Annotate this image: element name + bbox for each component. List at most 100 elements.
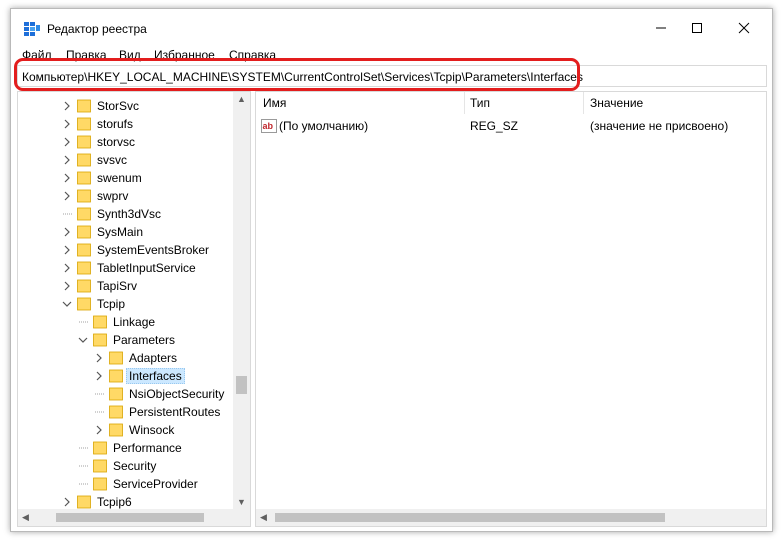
regedit-window: Редактор реестра Файл Правка Вид Избранн… bbox=[10, 8, 773, 532]
tree-item[interactable]: Tcpip bbox=[62, 295, 125, 313]
list-horizontal-thumb[interactable] bbox=[275, 513, 665, 522]
folder-icon bbox=[93, 459, 107, 473]
chevron-right-icon[interactable] bbox=[62, 191, 72, 201]
title-bar: Редактор реестра bbox=[11, 9, 772, 45]
chevron-right-icon[interactable] bbox=[94, 371, 104, 381]
tree-item[interactable]: swprv bbox=[62, 187, 128, 205]
tree-item[interactable]: Interfaces bbox=[94, 367, 185, 385]
tree-item[interactable]: NsiObjectSecurity bbox=[94, 385, 224, 403]
tree-item-label: svsvc bbox=[97, 153, 127, 167]
folder-icon bbox=[77, 153, 91, 167]
tree-item[interactable]: Winsock bbox=[94, 421, 174, 439]
tree-item-label: Parameters bbox=[113, 333, 176, 347]
folder-icon bbox=[109, 351, 123, 365]
scroll-left-icon[interactable]: ◀ bbox=[22, 512, 29, 523]
tree-item[interactable]: StorSvc bbox=[62, 97, 139, 115]
tree-item-label: TapiSrv bbox=[97, 279, 138, 293]
tree-item-label: storufs bbox=[97, 117, 134, 131]
folder-icon bbox=[77, 135, 91, 149]
tree-item[interactable]: PersistentRoutes bbox=[94, 403, 220, 421]
tree-item[interactable]: Linkage bbox=[78, 313, 155, 331]
tree-item[interactable]: swenum bbox=[62, 169, 142, 187]
folder-icon bbox=[77, 261, 91, 275]
tree-item-label: Linkage bbox=[113, 315, 156, 329]
tree-item[interactable]: ServiceProvider bbox=[78, 475, 198, 493]
tree-connector bbox=[63, 213, 72, 215]
tree-item[interactable]: Security bbox=[78, 457, 156, 475]
tree-item[interactable]: svsvc bbox=[62, 151, 127, 169]
close-button[interactable] bbox=[724, 15, 764, 41]
tree-item[interactable]: SystemEventsBroker bbox=[62, 241, 209, 259]
chevron-right-icon[interactable] bbox=[62, 155, 72, 165]
tree-item-label: Adapters bbox=[129, 351, 178, 365]
chevron-right-icon[interactable] bbox=[62, 119, 72, 129]
values-list[interactable]: Имя Тип Значение ab (По умолчанию) REG_S… bbox=[255, 91, 767, 527]
chevron-right-icon[interactable] bbox=[62, 281, 72, 291]
window-title: Редактор реестра bbox=[47, 22, 147, 36]
folder-icon bbox=[77, 117, 91, 131]
column-separator[interactable] bbox=[464, 92, 465, 114]
tree-item-label: SysMain bbox=[97, 225, 144, 239]
column-separator[interactable] bbox=[583, 92, 584, 114]
tree-item-label: ServiceProvider bbox=[113, 477, 198, 491]
tree-item[interactable]: Synth3dVsc bbox=[62, 205, 161, 223]
tree-item[interactable]: Parameters bbox=[78, 331, 175, 349]
chevron-right-icon[interactable] bbox=[62, 227, 72, 237]
chevron-down-icon[interactable] bbox=[62, 299, 72, 309]
tree-item-label: swprv bbox=[97, 189, 129, 203]
tree-item[interactable]: Performance bbox=[78, 439, 182, 457]
tree-horizontal-scrollbar[interactable]: ◀ bbox=[18, 509, 250, 526]
chevron-right-icon[interactable] bbox=[62, 173, 72, 183]
key-tree[interactable]: StorSvc storufs storvsc svsvc swenum swprv Syn… bbox=[17, 91, 251, 527]
column-header-type[interactable]: Тип bbox=[470, 96, 490, 110]
svg-text:ab: ab bbox=[263, 121, 274, 131]
folder-icon bbox=[109, 387, 123, 401]
tree-item-label: TabletInputService bbox=[97, 261, 196, 275]
tree-item[interactable]: Adapters bbox=[94, 349, 177, 367]
folder-icon bbox=[93, 315, 107, 329]
scroll-up-icon[interactable]: ▲ bbox=[237, 94, 246, 104]
chevron-down-icon[interactable] bbox=[78, 335, 88, 345]
chevron-right-icon[interactable] bbox=[62, 101, 72, 111]
tree-item[interactable]: storvsc bbox=[62, 133, 135, 151]
tree-item[interactable]: TabletInputService bbox=[62, 259, 196, 277]
list-horizontal-scrollbar[interactable]: ◀ bbox=[256, 509, 766, 526]
tree-item-label: Interfaces bbox=[126, 368, 185, 384]
string-value-icon: ab bbox=[261, 119, 277, 133]
minimize-button[interactable] bbox=[641, 15, 681, 41]
chevron-right-icon[interactable] bbox=[62, 263, 72, 273]
tree-connector bbox=[79, 465, 88, 467]
value-data: (значение не присвоено) bbox=[590, 119, 729, 133]
tree-connector bbox=[79, 483, 88, 485]
tree-horizontal-thumb[interactable] bbox=[56, 513, 204, 522]
chevron-right-icon[interactable] bbox=[94, 353, 104, 363]
column-header-name[interactable]: Имя bbox=[263, 96, 286, 110]
tree-item-label: swenum bbox=[97, 171, 142, 185]
tree-vertical-thumb[interactable] bbox=[236, 376, 247, 394]
tree-vertical-scrollbar[interactable]: ▲ ▼ bbox=[233, 92, 250, 509]
chevron-right-icon[interactable] bbox=[62, 497, 72, 507]
chevron-right-icon[interactable] bbox=[62, 245, 72, 255]
tree-item-label: Tcpip6 bbox=[97, 495, 132, 509]
chevron-right-icon[interactable] bbox=[62, 137, 72, 147]
scroll-left-icon[interactable]: ◀ bbox=[260, 512, 267, 523]
folder-icon bbox=[77, 297, 91, 311]
column-header-value[interactable]: Значение bbox=[590, 96, 643, 110]
chevron-right-icon[interactable] bbox=[94, 425, 104, 435]
folder-icon bbox=[77, 207, 91, 221]
tree-item-label: NsiObjectSecurity bbox=[129, 387, 225, 401]
tree-item[interactable]: storufs bbox=[62, 115, 133, 133]
tree-item-label: PersistentRoutes bbox=[129, 405, 221, 419]
tree-item-label: storvsc bbox=[97, 135, 136, 149]
maximize-button[interactable] bbox=[677, 15, 717, 41]
tree-item-label: Performance bbox=[113, 441, 182, 455]
tree-item-label: SystemEventsBroker bbox=[97, 243, 210, 257]
regedit-app-icon bbox=[24, 22, 40, 36]
tree-item[interactable]: TapiSrv bbox=[62, 277, 137, 295]
folder-icon bbox=[93, 333, 107, 347]
value-type: REG_SZ bbox=[470, 119, 519, 133]
scroll-down-icon[interactable]: ▼ bbox=[237, 497, 246, 507]
folder-icon bbox=[93, 441, 107, 455]
folder-icon bbox=[109, 369, 123, 383]
tree-item[interactable]: SysMain bbox=[62, 223, 143, 241]
